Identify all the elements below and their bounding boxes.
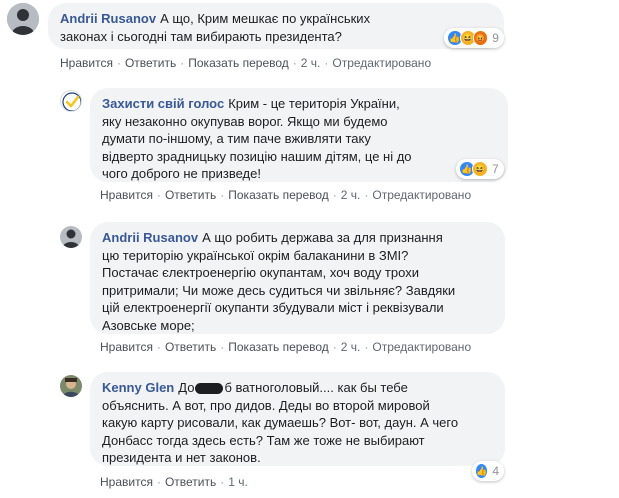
haha-icon: 😆 xyxy=(472,161,488,177)
show-translation-link[interactable]: Показать перевод xyxy=(228,340,329,354)
show-translation-link[interactable]: Показать перевод xyxy=(228,188,329,202)
reaction-count: 4 xyxy=(492,464,499,478)
reaction-count: 7 xyxy=(492,162,499,176)
reactions-summary[interactable]: 👍 😆 😡 9 xyxy=(444,28,504,48)
comment-text: Донбасс тогда здесь есть? Там же тоже не… xyxy=(102,432,425,448)
comment-author-link[interactable]: Захисти свій голос xyxy=(102,96,224,111)
timestamp[interactable]: 1 ч. xyxy=(228,475,248,489)
comment-bubble: Andrii Rusanov А що робить держава за для… xyxy=(90,222,505,334)
comment-text: Азовське море; xyxy=(102,317,195,333)
comment-bubble: Захисти свій голос Крим - це територія Ук… xyxy=(90,88,508,182)
edited-label[interactable]: Отредактировано xyxy=(372,188,471,202)
comment-author-link[interactable]: Andrii Rusanov xyxy=(102,230,198,245)
timestamp[interactable]: 2 ч. xyxy=(341,340,361,354)
like-button[interactable]: Нравится xyxy=(60,56,113,70)
comment-text: объяснить. А вот, про дидов. Деды во вто… xyxy=(102,397,430,413)
like-button[interactable]: Нравится xyxy=(100,340,153,354)
comment-text: відверто зрадницьку позицію нашим дітям,… xyxy=(102,148,412,164)
comment-text: А що робить держава за для признання xyxy=(202,230,443,245)
comment-text: Крим - це територія України, xyxy=(228,96,400,111)
reactions-summary[interactable]: 👍 😆 7 xyxy=(456,159,504,179)
comment-text: А що, Крим мешкає по українських xyxy=(160,11,371,26)
comment-text: цю територію української окрім балаканин… xyxy=(102,247,409,263)
comment-text: притримали; Чи може десь судиться чи зві… xyxy=(102,282,456,298)
edited-label[interactable]: Отредактировано xyxy=(372,340,471,354)
reply-button[interactable]: Ответить xyxy=(165,475,216,489)
reply-button[interactable]: Ответить xyxy=(165,340,216,354)
comment-text: цій електроенергії окупанти збудували мі… xyxy=(102,300,444,315)
avatar[interactable] xyxy=(60,375,82,397)
redaction-mark xyxy=(195,383,224,395)
reaction-count: 9 xyxy=(492,31,499,45)
comment-text: До xyxy=(178,380,195,395)
comment-bubble: Andrii Rusanov А що, Крим мешкає по украї… xyxy=(48,3,504,49)
comment-text: чого доброго не призведе! xyxy=(102,166,261,181)
comment-text: яку незаконно окупував ворог. Якщо ми бу… xyxy=(102,113,388,129)
reply-button[interactable]: Ответить xyxy=(165,188,216,202)
comment-text: законах і сьогодні там вибирають президе… xyxy=(60,28,342,44)
comment-author-link[interactable]: Andrii Rusanov xyxy=(60,11,156,26)
like-icon: 👍 xyxy=(475,463,489,479)
avatar[interactable] xyxy=(60,90,82,112)
comment-text: б ватноголовый.... как бы тебе xyxy=(224,380,408,395)
comment-text: какую карту рисовали, как думаешь? Вот- … xyxy=(102,415,459,430)
comment-author-link[interactable]: Kenny Glen xyxy=(102,380,174,395)
checkmark-icon xyxy=(62,92,81,111)
avatar[interactable] xyxy=(7,3,39,35)
comment-actions: Нравится · Ответить · 1 ч. xyxy=(100,475,248,489)
edited-label[interactable]: Отредактировано xyxy=(332,56,431,70)
timestamp[interactable]: 2 ч. xyxy=(341,188,361,202)
like-button[interactable]: Нравится xyxy=(100,475,153,489)
like-button[interactable]: Нравится xyxy=(100,188,153,202)
avatar[interactable] xyxy=(60,226,82,248)
reactions-summary[interactable]: 👍 4 xyxy=(472,461,504,481)
angry-icon: 😡 xyxy=(472,30,489,46)
timestamp[interactable]: 2 ч. xyxy=(301,56,321,70)
comment-actions: Нравится · Ответить · Показать перевод · 2 ч. ·… xyxy=(100,188,472,202)
show-translation-link[interactable]: Показать перевод xyxy=(188,56,289,70)
comment-text: думати по-іншому, а тим паче вживляти та… xyxy=(102,131,371,146)
reply-button[interactable]: Ответить xyxy=(125,56,176,70)
comment-bubble: Kenny Glen До б ватноголовый.... как бы те… xyxy=(90,372,505,466)
comment-actions: Нравится · Ответить · Показать перевод · 2 ч. ·… xyxy=(60,56,432,70)
comment-text: президента и нет законов. xyxy=(102,450,261,465)
comment-actions: Нравится · Ответить · Показать перевод · 2 ч. ·… xyxy=(100,340,472,354)
comment-text: Постачає єлектроенергію окупантам, хоч в… xyxy=(102,265,419,280)
